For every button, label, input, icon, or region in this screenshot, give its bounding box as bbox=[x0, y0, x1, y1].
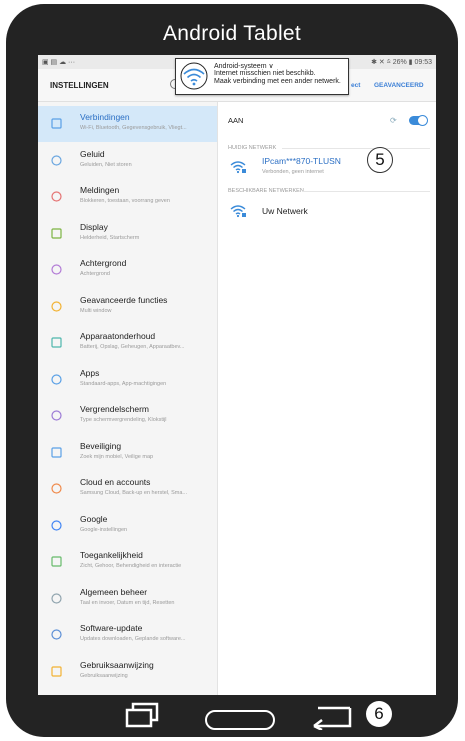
sidebar-item-subtitle: Wi-Fi, Bluetooth, Gegevensgebruik, Vlieg… bbox=[80, 125, 187, 131]
current-network-heading: HUIDIG NETWERK bbox=[228, 145, 277, 151]
current-network-status: Verbonden, geen internet bbox=[262, 169, 324, 175]
device-title: Android Tablet bbox=[162, 22, 302, 45]
connections-icon bbox=[51, 118, 62, 129]
sidebar-item-title: Achtergrond bbox=[80, 258, 127, 268]
notification-line-1: Internet misschien niet beschikb. bbox=[214, 70, 316, 77]
apps-icon bbox=[51, 373, 62, 385]
sidebar-item-subtitle: Type schermvergrendeling, Klokstijl bbox=[80, 417, 167, 423]
status-icons-right: ✱ ✕ ⩯ 26% ▮ 09:53 bbox=[371, 59, 432, 66]
cloud-accounts-icon bbox=[51, 483, 62, 494]
notification-line-2: Maak verbinding met een ander netwerk. bbox=[214, 78, 341, 85]
sidebar-item-subtitle: Multi window bbox=[80, 307, 112, 314]
sidebar-item-subtitle: Batterij, Opslag, Geheugen, Apparaatbev.… bbox=[80, 344, 185, 350]
home-button[interactable] bbox=[205, 710, 275, 730]
wifi-warning-icon bbox=[180, 62, 208, 90]
sidebar-item-subtitle: Samsung Cloud, Back-up en herstel, Sma..… bbox=[80, 490, 187, 496]
sidebar-item[interactable]: Meldingen Blokkeren, toestaan, voorrang g… bbox=[38, 179, 217, 215]
available-network-name: Uw Netwerk bbox=[262, 206, 308, 216]
loading-icon: ⟳ bbox=[390, 116, 397, 125]
notification-app-name: Android-systeem ∨ bbox=[214, 63, 274, 70]
sidebar-item-subtitle: Achtergrond bbox=[80, 271, 110, 277]
advanced-features-icon bbox=[51, 300, 62, 312]
tablet-frame: Android Tablet ▣ ▤ ☁ ··· ✱ ✕ ⩯ 26% ▮ 09:… bbox=[6, 4, 458, 737]
sidebar-item[interactable]: Display Helderheid, Startscherm bbox=[38, 216, 217, 252]
display-icon bbox=[51, 227, 62, 239]
status-icons-left: ▣ ▤ ☁ ··· bbox=[42, 59, 76, 66]
sidebar-item-subtitle: Zicht, Gehoor, Behendigheid en interacti… bbox=[80, 563, 182, 569]
advanced-button[interactable]: GEAVANCEERD bbox=[374, 82, 424, 89]
sidebar-item-title: Apps bbox=[80, 367, 100, 378]
system-notification[interactable]: Android-systeem ∨ Internet misschien nie… bbox=[175, 58, 349, 95]
back-icon[interactable] bbox=[310, 702, 354, 730]
accessibility-icon bbox=[51, 556, 62, 567]
divider bbox=[282, 148, 430, 149]
available-networks-heading: BESCHIKBARE NETWERKEN bbox=[228, 188, 304, 194]
current-network-name: IPcam***870-TLUSN bbox=[262, 156, 341, 166]
sidebar-item[interactable]: Apps Standaard-apps, App-machtigingen bbox=[38, 362, 217, 398]
divider bbox=[302, 191, 430, 192]
sidebar-item[interactable]: Cloud en accounts Samsung Cloud, Back-up … bbox=[38, 471, 217, 507]
connect-button[interactable]: ect bbox=[351, 82, 360, 89]
sidebar-item[interactable]: Toegankelijkheid Zicht, Gehoor, Behendigh… bbox=[38, 544, 217, 580]
sidebar-item[interactable]: Achtergrond Achtergrond bbox=[38, 252, 217, 288]
toggle-knob bbox=[417, 115, 428, 126]
step-marker-6: 6 bbox=[366, 701, 392, 727]
wifi-toggle-label: AAN bbox=[228, 116, 244, 125]
wallpaper-icon bbox=[51, 264, 62, 275]
sidebar-item-subtitle: Standaard-apps, App-machtigingen bbox=[80, 380, 167, 387]
settings-sidebar: Verbindingen Wi-Fi, Bluetooth, Gegevensge… bbox=[38, 102, 218, 695]
notifications-icon bbox=[51, 191, 62, 202]
sidebar-item-subtitle: Google-instellingen bbox=[80, 526, 128, 533]
wifi-icon bbox=[230, 161, 246, 174]
sidebar-item-subtitle: Blokkeren, toestaan, voorrang geven bbox=[80, 198, 170, 204]
software-update-icon bbox=[51, 629, 62, 640]
sidebar-item-title: Cloud en accounts bbox=[80, 477, 151, 487]
lock-screen-icon bbox=[51, 410, 62, 421]
wifi-toggle[interactable] bbox=[409, 115, 428, 126]
general-management-icon bbox=[51, 592, 62, 604]
wifi-icon bbox=[230, 205, 246, 218]
sound-icon bbox=[51, 154, 62, 166]
sidebar-item-title: Display bbox=[80, 221, 108, 232]
sidebar-item-title: Google bbox=[80, 513, 108, 524]
sidebar-item-title: Algemeen beheer bbox=[80, 586, 148, 597]
wifi-panel: AAN ⟳ HUIDIG NETWERK IPcam***870-TLUSN V… bbox=[218, 102, 436, 695]
sidebar-item[interactable]: Vergrendelscherm Type schermvergrendeling… bbox=[38, 398, 217, 434]
sidebar-item-title: Software-update bbox=[80, 623, 143, 633]
sidebar-item[interactable]: Beveiliging Zoek mijn mobiel, Veilige map bbox=[38, 435, 217, 471]
sidebar-item[interactable]: Software-update Updates downloaden, Gepla… bbox=[38, 617, 217, 653]
sidebar-item-title: Toegankelijkheid bbox=[80, 550, 143, 560]
sidebar-item-subtitle: Helderheid, Startscherm bbox=[80, 234, 140, 241]
device-maintenance-icon bbox=[51, 337, 62, 348]
sidebar-item-subtitle: Updates downloaden, Geplande software... bbox=[80, 636, 186, 642]
sidebar-item-subtitle: Geluiden, Niet storen bbox=[80, 161, 132, 168]
sidebar-item-title: Vergrendelscherm bbox=[80, 404, 149, 414]
sidebar-item[interactable]: Geavanceerde functies Multi window bbox=[38, 289, 217, 325]
sidebar-item[interactable]: Geluid Geluiden, Niet storen bbox=[38, 143, 217, 179]
sidebar-item[interactable]: Algemeen beheer Taal en invoer, Datum en … bbox=[38, 581, 217, 617]
sidebar-item-title: Apparaatonderhoud bbox=[80, 331, 156, 341]
security-icon bbox=[51, 446, 62, 458]
step-marker-5: 5 bbox=[367, 147, 393, 173]
sidebar-item-title: Verbindingen bbox=[80, 112, 130, 122]
sidebar-item[interactable]: Apparaatonderhoud Batterij, Opslag, Geheu… bbox=[38, 325, 217, 361]
recent-apps-icon[interactable] bbox=[124, 702, 160, 728]
sidebar-item-subtitle: Taal en invoer, Datum en tijd, Resetten bbox=[80, 599, 175, 606]
page-title: INSTELLINGEN bbox=[50, 81, 109, 90]
sidebar-item-title: Beveiliging bbox=[80, 440, 122, 451]
sidebar-item-title: Geavanceerde functies bbox=[80, 294, 168, 305]
sidebar-item-title: Geluid bbox=[80, 148, 105, 159]
sidebar-item-title: Gebruiksaanwijzing bbox=[80, 659, 154, 670]
sidebar-item-subtitle: Zoek mijn mobiel, Veilige map bbox=[80, 453, 154, 460]
sidebar-item-title: Meldingen bbox=[80, 185, 120, 195]
sidebar-item[interactable]: Gebruiksaanwijzing Gebruiksaanwijzing bbox=[38, 654, 217, 690]
google-icon bbox=[51, 519, 62, 531]
user-manual-icon bbox=[51, 665, 62, 677]
sidebar-item[interactable]: Verbindingen Wi-Fi, Bluetooth, Gegevensge… bbox=[38, 106, 217, 142]
sidebar-item-subtitle: Gebruiksaanwijzing bbox=[80, 672, 128, 679]
sidebar-item[interactable]: Google Google-instellingen bbox=[38, 508, 217, 544]
